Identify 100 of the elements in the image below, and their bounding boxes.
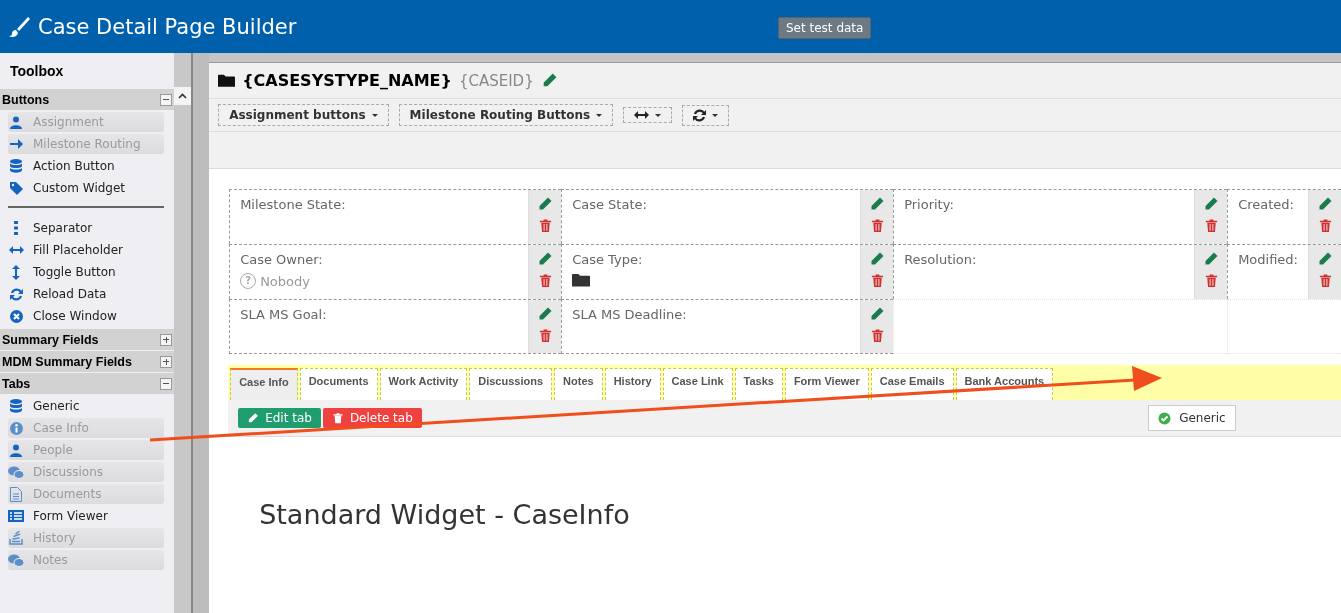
delete-tab-button[interactable]: Delete tab [322,408,422,428]
toolbox-item[interactable]: Toggle Button [8,262,165,282]
field-label: Case State: [572,197,648,212]
tab[interactable]: Case Link [662,368,733,400]
section-header[interactable]: Summary Fields [0,328,175,350]
field-label: Milestone State: [240,197,347,212]
tag-icon [9,181,23,195]
stack-icon [9,531,23,545]
expand-icon[interactable] [160,355,173,368]
expand-icon[interactable] [160,333,173,346]
toolbox-item[interactable]: Form Viewer [8,506,165,526]
field-label: Modified: [1238,252,1298,267]
trash-icon[interactable] [1203,273,1219,288]
trash-icon[interactable] [869,328,885,343]
trash-icon[interactable] [1317,273,1333,288]
trash-icon[interactable] [869,218,885,233]
toolbox-item[interactable]: Action Button [8,156,165,176]
field-label: SLA MS Goal: [240,307,328,322]
chat-bubbles-icon [8,465,24,479]
toolbox-item[interactable]: Reload Data [8,284,165,304]
refresh-dropdown[interactable] [682,104,730,126]
trash-icon[interactable] [537,218,553,233]
section-header[interactable]: MDM Summary Fields [0,350,175,372]
summary-field[interactable]: Modified: [1227,244,1341,299]
summary-field[interactable]: Priority: [893,189,1228,244]
trash-icon[interactable] [537,328,553,343]
user-icon [10,115,22,129]
vertical-arrow-icon [12,264,20,280]
pencil-icon[interactable] [869,196,886,212]
summary-field[interactable]: Resolution: [893,244,1228,299]
tab[interactable]: Documents [299,368,378,400]
widget-type-button[interactable]: Generic [1148,405,1236,431]
toolbox-item[interactable]: Close Window [8,306,165,326]
set-test-data-button[interactable]: Set test data [778,17,872,39]
pencil-icon[interactable] [1317,251,1333,267]
trash-icon[interactable] [537,273,553,288]
case-type-name: {CASESYSTYPE_NAME} [242,71,452,90]
case-id: {CASEID} [458,71,534,90]
tab[interactable]: History [604,368,661,400]
scroll-up-icon[interactable] [174,87,192,105]
tab[interactable]: Work Activity [379,368,468,400]
trash-icon [331,412,344,424]
pencil-icon[interactable] [537,196,554,212]
summary-field[interactable]: SLA MS Deadline: [561,299,894,354]
list-icon [8,510,24,522]
database-icon [10,399,22,413]
info-icon [9,421,23,435]
collapse-icon[interactable] [160,93,173,106]
trash-icon[interactable] [869,273,885,288]
scrollbar[interactable] [174,53,192,613]
field-label: Case Owner: [240,252,324,267]
pencil-icon[interactable] [1317,196,1333,212]
tab[interactable]: Bank Accounts [955,368,1054,400]
summary-field[interactable]: Case State: [561,189,894,244]
tab[interactable]: Form Viewer [784,368,869,400]
toolbox-item[interactable]: Separator [8,218,165,238]
field-value: Nobody [260,273,310,289]
summary-field[interactable]: Created: [1227,189,1341,244]
toolbox-item[interactable]: Custom Widget [8,178,165,198]
summary-field[interactable]: Case Owner: ? Nobody [229,244,562,299]
pencil-icon [247,412,260,424]
pencil-icon[interactable] [537,306,554,322]
summary-field[interactable]: Case Type: [561,244,894,299]
dropdown-button[interactable]: Milestone Routing Buttons [398,104,614,126]
refresh-icon [9,287,23,301]
paintbrush-icon [8,15,30,38]
dropdown-button[interactable]: Assignment buttons [218,104,389,126]
pencil-icon[interactable] [869,251,886,267]
pencil-icon[interactable] [1203,196,1220,212]
field-label: Case Type: [572,252,644,267]
document-icon [10,486,22,502]
pencil-icon[interactable] [869,306,886,322]
toolbox-item[interactable]: Generic [8,396,165,416]
app-title: Case Detail Page Builder [38,14,297,39]
section-title: MDM Summary Fields [2,354,132,369]
trash-icon[interactable] [1317,218,1333,233]
tab[interactable]: Discussions [469,368,553,400]
tab[interactable]: Case Info [230,368,298,400]
tab[interactable]: Tasks [734,368,783,400]
summary-field[interactable]: SLA MS Goal: [229,299,562,354]
collapse-icon[interactable] [160,377,173,390]
tab[interactable]: Case Emails [870,368,954,400]
folder-icon [218,73,236,88]
pencil-icon[interactable] [1203,251,1220,267]
trash-icon[interactable] [1203,218,1219,233]
pencil-icon[interactable] [537,251,554,267]
toolbox-item[interactable]: Fill Placeholder [8,240,165,260]
fill-width-dropdown[interactable] [623,107,673,123]
folder-icon [572,273,591,288]
section-header[interactable]: Buttons [0,88,175,110]
close-icon [9,309,23,323]
chat-bubbles-icon [8,553,24,567]
field-label: Resolution: [904,252,978,267]
tab[interactable]: Notes [554,368,603,400]
summary-field[interactable]: Milestone State: [229,189,562,244]
section-header[interactable]: Tabs [0,372,175,394]
user-icon [10,443,22,457]
field-label: Created: [1238,197,1295,212]
horizontal-arrow-icon [8,246,24,254]
database-icon [10,159,22,173]
